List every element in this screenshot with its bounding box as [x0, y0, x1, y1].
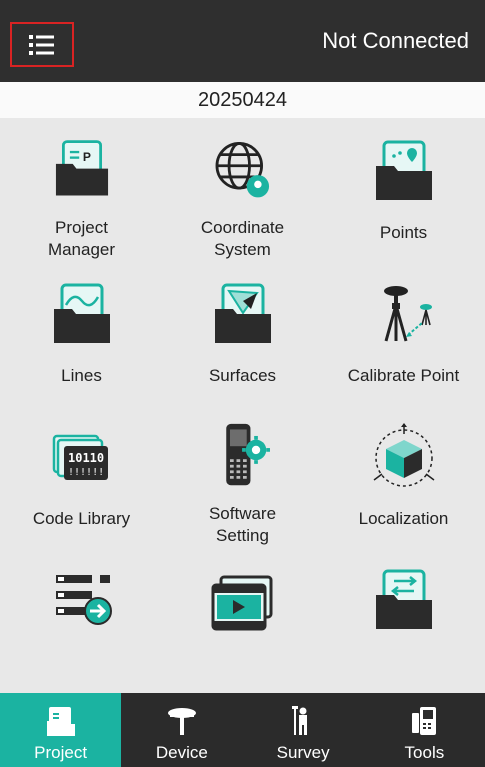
- bottom-navigation: Project Device Survey Tools: [0, 693, 485, 767]
- tile-label: Code Library: [32, 509, 131, 528]
- cube-localization-icon: [373, 423, 434, 487]
- tile-label: Points: [379, 223, 428, 242]
- tile-localization[interactable]: Localization: [323, 404, 484, 547]
- nav-label: Project: [34, 743, 88, 762]
- tile-label: Localization: [358, 509, 449, 528]
- tile-label: Software Setting: [208, 504, 277, 545]
- svg-text:10110: 10110: [68, 451, 104, 465]
- tile-label: Calibrate Point: [347, 366, 460, 385]
- top-app-bar: Not Connected: [0, 0, 485, 82]
- surveyor-icon: [292, 706, 308, 735]
- tile-transfer[interactable]: [323, 547, 484, 690]
- nav-tab-tools[interactable]: Tools: [364, 693, 485, 767]
- current-project-name: 20250424: [0, 82, 485, 118]
- video-tutorial-icon: [211, 575, 272, 631]
- svg-text:!!!!!!: !!!!!!: [68, 467, 104, 478]
- folder-transfer-icon: [375, 569, 432, 629]
- tile-label: Coordinate System: [200, 218, 285, 259]
- function-grid: P Project Manager Coordinate System Poin…: [0, 118, 485, 693]
- tile-label: Project Manager: [47, 218, 116, 259]
- tile-calibrate-point[interactable]: Calibrate Point: [323, 261, 484, 404]
- code-library-icon: 10110 !!!!!!: [52, 434, 108, 480]
- folder-project-icon: P: [55, 140, 108, 196]
- gnss-receiver-icon: [167, 708, 196, 735]
- nav-tab-survey[interactable]: Survey: [243, 693, 364, 767]
- tile-code-library[interactable]: 10110 !!!!!! Code Library: [1, 404, 162, 547]
- tile-label: Surfaces: [208, 366, 277, 385]
- folder-surface-icon: [214, 283, 271, 343]
- tile-label: Lines: [61, 366, 102, 385]
- menu-button[interactable]: [10, 22, 74, 67]
- tile-coordinate-system[interactable]: Coordinate System: [162, 118, 323, 261]
- menu-list-icon: [29, 34, 54, 55]
- folder-points-icon: [375, 140, 432, 200]
- globe-pin-icon: [215, 142, 269, 198]
- list-export-icon: [55, 575, 112, 625]
- tile-lines[interactable]: Lines: [1, 261, 162, 404]
- nav-tab-device[interactable]: Device: [121, 693, 242, 767]
- controller-tools-icon: [412, 707, 437, 735]
- tile-software-setting[interactable]: Software Setting: [162, 404, 323, 547]
- gnss-tripod-icon: [383, 286, 432, 342]
- folder-lines-icon: [53, 283, 110, 343]
- controller-gear-icon: [225, 423, 270, 486]
- tile-export[interactable]: [1, 547, 162, 690]
- tile-video[interactable]: [162, 547, 323, 690]
- tile-project-manager[interactable]: P Project Manager: [1, 118, 162, 261]
- nav-label: Device: [155, 743, 208, 762]
- tile-points[interactable]: Points: [323, 118, 484, 261]
- project-tab-icon: [46, 707, 75, 736]
- tile-surfaces[interactable]: Surfaces: [162, 261, 323, 404]
- nav-label: Tools: [404, 743, 445, 762]
- connection-status: Not Connected: [322, 28, 469, 53]
- svg-text:P: P: [82, 150, 90, 164]
- nav-label: Survey: [276, 743, 330, 762]
- nav-tab-project[interactable]: Project: [0, 693, 122, 767]
